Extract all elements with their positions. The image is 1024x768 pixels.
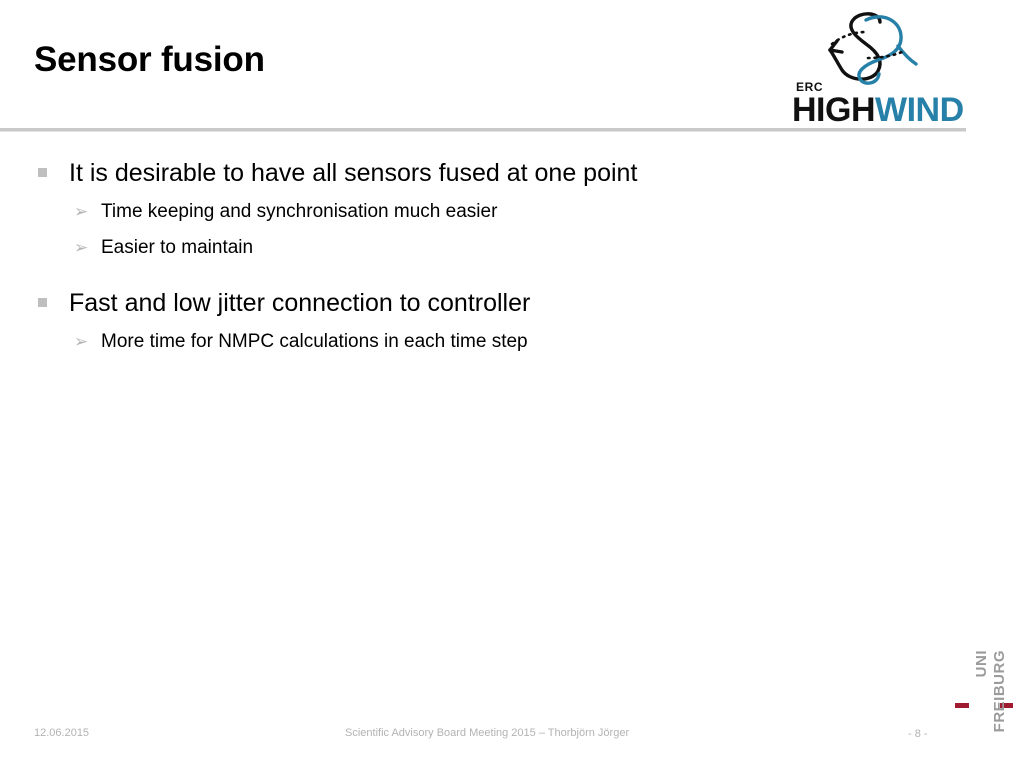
bullet-group: It is desirable to have all sensors fuse… — [0, 152, 1024, 266]
footer-page-number: - 8 - — [908, 728, 928, 740]
bullet-level1: It is desirable to have all sensors fuse… — [0, 152, 1024, 194]
page-title: Sensor fusion — [34, 40, 265, 79]
slide-content: It is desirable to have all sensors fuse… — [0, 152, 1024, 360]
footer-meeting-info: Scientific Advisory Board Meeting 2015 –… — [345, 727, 630, 739]
square-bullet-icon — [38, 168, 47, 177]
highwind-logo: ERC HIGHWIND — [770, 8, 975, 129]
freiburg-uni-text: UNI — [973, 650, 990, 678]
footer-date: 12.06.2015 — [34, 727, 90, 739]
highwind-loop-icon — [806, 8, 934, 88]
bullet-group: Fast and low jitter connection to contro… — [0, 282, 1024, 360]
square-bullet-icon — [38, 298, 47, 307]
freiburg-city-text: FREIBURG — [991, 650, 1008, 733]
chevron-bullet-icon: ➢ — [74, 332, 89, 351]
highwind-name-blue: WIND — [875, 91, 964, 129]
bullet-level2: ➢ Time keeping and synchronisation much … — [0, 194, 1024, 230]
bullet-level1-text: It is desirable to have all sensors fuse… — [69, 159, 638, 187]
bullet-level2: ➢ Easier to maintain — [0, 230, 1024, 266]
bullet-level2-text: Time keeping and synchronisation much ea… — [101, 201, 498, 222]
bullet-level1-text: Fast and low jitter connection to contro… — [69, 289, 531, 317]
bullet-level2: ➢ More time for NMPC calculations in eac… — [0, 324, 1024, 360]
bullet-level2-text: More time for NMPC calculations in each … — [101, 331, 528, 352]
uni-freiburg-logo: UNI FREIBURG — [955, 650, 1013, 758]
highwind-name-dark: HIGH — [792, 91, 876, 129]
freiburg-accent-dash-left — [955, 703, 969, 708]
chevron-bullet-icon: ➢ — [74, 202, 89, 221]
chevron-bullet-icon: ➢ — [74, 238, 89, 257]
bullet-level2-text: Easier to maintain — [101, 237, 254, 258]
highwind-name: HIGHWIND — [792, 91, 964, 130]
bullet-level1: Fast and low jitter connection to contro… — [0, 282, 1024, 324]
highwind-wordmark: ERC HIGHWIND — [782, 80, 982, 129]
presentation-slide: Sensor fusion ERC HIGHWIND It is desirab… — [0, 0, 1024, 768]
